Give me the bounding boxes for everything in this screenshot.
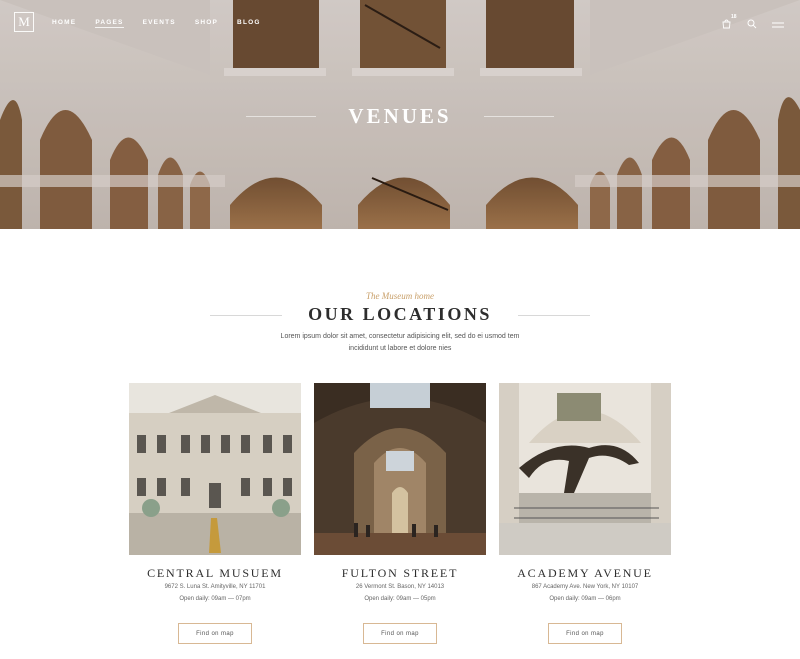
location-photo-central[interactable] [129, 383, 301, 555]
location-address: 26 Vermont St. Bason, NY 14013 [355, 584, 445, 590]
location-photo-academy[interactable] [499, 383, 671, 555]
top-navigation-bar: M HOME PAGES EVENTS SHOP BLOG 18 [0, 0, 800, 46]
menu-icon[interactable] [772, 16, 786, 28]
header-actions: 18 [722, 14, 786, 29]
section-title: OUR LOCATIONS [308, 304, 492, 324]
location-address: 867 Academy Ave. New York, NY 10107 [531, 584, 639, 590]
find-on-map-button[interactable]: Find on map [548, 623, 622, 644]
location-card-fulton: FULTON STREET 26 Vermont St. Bason, NY 1… [314, 383, 486, 644]
nav-item-events[interactable]: EVENTS [143, 19, 176, 28]
location-hours: Open daily: 09am — 06pm [549, 596, 621, 602]
location-name: CENTRAL MUSUEM [147, 566, 283, 580]
cart-icon[interactable]: 18 [722, 14, 737, 29]
nav-item-shop[interactable]: SHOP [195, 19, 218, 28]
main-nav: HOME PAGES EVENTS SHOP BLOG [52, 19, 280, 28]
cart-count-badge: 18 [731, 14, 737, 20]
location-name: ACADEMY AVENUE [517, 566, 653, 580]
nav-item-blog[interactable]: BLOG [237, 19, 261, 28]
section-kicker: The Museum home [366, 291, 434, 301]
find-on-map-button[interactable]: Find on map [178, 623, 252, 644]
section-title-rule-right [518, 315, 590, 316]
site-logo[interactable]: M [14, 12, 34, 32]
location-card-central: CENTRAL MUSUEM 9672 S. Luna St. Amityvil… [129, 383, 301, 644]
section-intro: Lorem ipsum dolor sit amet, consectetur … [280, 333, 520, 352]
location-name: FULTON STREET [341, 566, 459, 580]
find-on-map-button[interactable]: Find on map [363, 623, 437, 644]
page-title: VENUES [348, 104, 452, 128]
location-photo-fulton[interactable] [314, 383, 486, 555]
hero-banner: M HOME PAGES EVENTS SHOP BLOG 18 VENUES [0, 0, 800, 229]
location-card-academy: ACADEMY AVENUE 867 Academy Ave. New York… [499, 383, 671, 644]
hero-title-rule-right [484, 116, 554, 117]
nav-item-pages[interactable]: PAGES [95, 19, 124, 28]
location-address: 9672 S. Luna St. Amityville, NY 11701 [164, 584, 266, 590]
search-icon[interactable] [747, 16, 761, 29]
location-hours: Open daily: 09am — 05pm [364, 596, 436, 602]
location-hours: Open daily: 09am — 07pm [179, 596, 251, 602]
nav-item-home[interactable]: HOME [52, 19, 76, 28]
